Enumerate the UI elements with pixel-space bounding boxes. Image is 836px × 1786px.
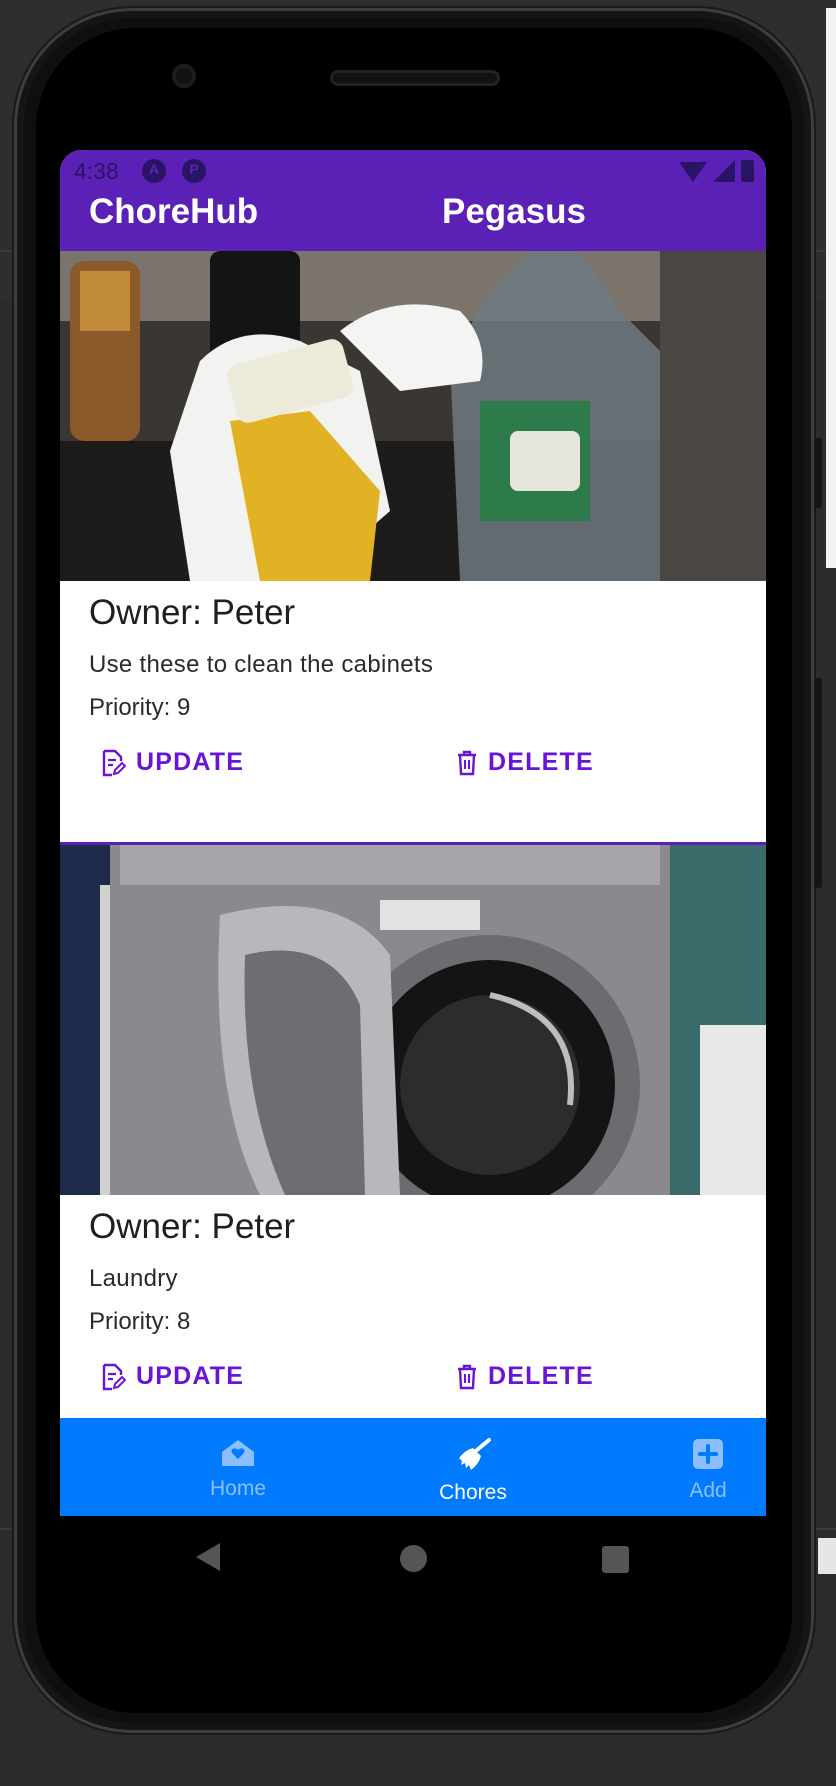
- bottom-navigation: Home Chores Add: [60, 1418, 766, 1516]
- update-label: UPDATE: [136, 748, 245, 776]
- battery-icon: [741, 160, 754, 182]
- update-button[interactable]: UPDATE: [100, 1362, 244, 1391]
- trash-icon: [458, 1364, 476, 1389]
- android-home-button[interactable]: [400, 1545, 427, 1572]
- android-back-button[interactable]: [196, 1543, 220, 1571]
- current-user: Pegasus: [442, 192, 586, 231]
- delete-button[interactable]: DELETE: [456, 748, 594, 777]
- delete-button[interactable]: DELETE: [456, 1362, 594, 1391]
- nav-label-add: Add: [689, 1479, 727, 1502]
- app-title: ChoreHub: [89, 192, 259, 231]
- chore-priority: Priority: 8: [89, 1308, 191, 1335]
- app-screen: 4:38 A P ChoreHub Pegasus Owner: Peter U…: [60, 150, 766, 1516]
- chore-priority: Priority: 9: [89, 694, 191, 721]
- edit-document-icon: [102, 749, 126, 776]
- earpiece-speaker: [330, 70, 500, 86]
- update-button[interactable]: UPDATE: [100, 748, 244, 777]
- add-square-icon: [693, 1439, 723, 1469]
- nav-tab-home[interactable]: Home: [158, 1438, 318, 1501]
- nav-tab-add[interactable]: Add: [628, 1438, 766, 1503]
- status-bar: 4:38 A P: [60, 150, 766, 192]
- delete-label: DELETE: [488, 1362, 594, 1390]
- power-button[interactable]: [814, 438, 822, 508]
- app-bar: 4:38 A P ChoreHub Pegasus: [60, 150, 766, 251]
- trash-icon: [458, 750, 476, 775]
- chore-card: Owner: Peter Laundry Priority: 8 UPDATE: [60, 845, 766, 1439]
- notification-icon: P: [182, 159, 206, 183]
- delete-label: DELETE: [488, 748, 594, 776]
- chore-list: Owner: Peter Use these to clean the cabi…: [60, 251, 766, 1439]
- broom-icon: [459, 1438, 491, 1470]
- status-time: 4:38: [74, 158, 119, 184]
- volume-button[interactable]: [814, 678, 822, 888]
- chore-image: [60, 845, 766, 1195]
- update-label: UPDATE: [136, 1362, 245, 1390]
- chore-details: Owner: Peter Use these to clean the cabi…: [60, 581, 766, 845]
- notification-icon: A: [142, 159, 166, 183]
- emulator-side-panel: [826, 8, 836, 568]
- nav-label-home: Home: [209, 1477, 267, 1500]
- chore-description: Laundry: [89, 1265, 178, 1292]
- signal-icon: [713, 160, 735, 182]
- system-icons: [679, 160, 754, 182]
- chore-details: Owner: Peter Laundry Priority: 8 UPDATE: [60, 1195, 766, 1439]
- chore-owner: Owner: Peter: [89, 1207, 296, 1246]
- emulator-side-panel: [818, 1538, 836, 1574]
- home-icon: [222, 1440, 254, 1466]
- chore-owner: Owner: Peter: [89, 593, 296, 632]
- chore-description: Use these to clean the cabinets: [89, 651, 434, 678]
- wifi-icon: [679, 162, 707, 182]
- edit-document-icon: [102, 1363, 126, 1390]
- front-camera: [172, 64, 196, 88]
- nav-label-chores: Chores: [439, 1481, 507, 1504]
- chore-card: Owner: Peter Use these to clean the cabi…: [60, 251, 766, 845]
- nav-tab-chores[interactable]: Chores: [393, 1438, 553, 1505]
- android-recents-button[interactable]: [602, 1546, 629, 1573]
- chore-image: [60, 251, 766, 581]
